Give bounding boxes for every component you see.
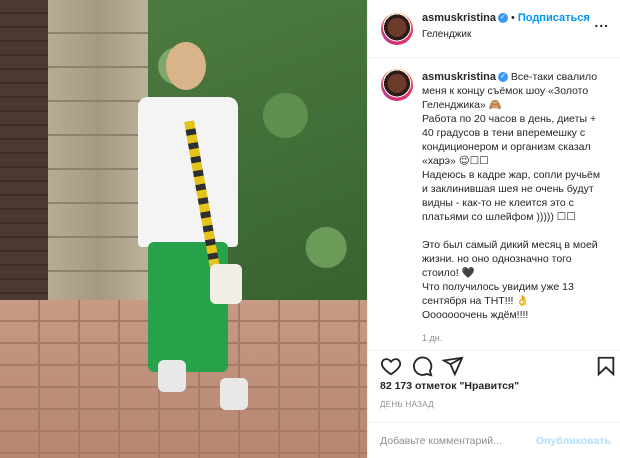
person-shirt [138,97,238,247]
location-link[interactable]: Геленджик [422,29,471,40]
person-shoe [158,360,186,392]
separator-dot: • [510,12,515,24]
photo-door [0,0,52,305]
ellipsis-icon[interactable]: ... [594,14,609,30]
heart-icon[interactable] [380,355,402,377]
verified-badge-icon: ✓ [497,72,508,83]
photo-person [138,42,248,412]
publish-button[interactable]: Опубликовать [536,435,611,447]
post-side-panel: asmuskristina ✓ • Подписаться Геленджик ...… [367,0,620,458]
paper-plane-icon[interactable] [442,355,464,377]
avatar[interactable] [381,13,413,45]
photo-stone-pillar [48,0,148,315]
comment-icon[interactable] [411,355,433,377]
comment-input[interactable] [380,433,540,449]
follow-button[interactable]: Подписаться [518,12,590,24]
post-header: asmuskristina ✓ • Подписаться Геленджик ... [368,0,620,58]
post-date: ДЕНЬ НАЗАД [380,400,434,409]
caption-text: asmuskristina ✓ Все-таки свалило меня к к… [422,70,608,322]
post-actions [368,350,620,378]
caption-body: Все-таки свалило меня к концу съёмок шоу… [422,71,601,321]
caption-time-ago: 1 дн. [422,333,443,343]
verified-badge-icon: ✓ [497,13,508,24]
avatar[interactable] [381,69,413,101]
comment-box: Опубликовать [368,422,620,458]
post-photo[interactable] [0,0,367,458]
person-shoe [220,378,248,410]
bookmark-icon[interactable] [595,355,617,377]
caption-username[interactable]: asmuskristina [422,71,496,83]
post-caption: asmuskristina ✓ Все-таки свалило меня к к… [368,58,620,346]
username-link[interactable]: asmuskristina [422,12,496,24]
header-name-row: asmuskristina ✓ • Подписаться [422,12,590,24]
person-head [166,42,206,90]
likes-count[interactable]: 82 173 отметок "Нравится" [380,380,519,392]
person-bag [210,264,242,304]
